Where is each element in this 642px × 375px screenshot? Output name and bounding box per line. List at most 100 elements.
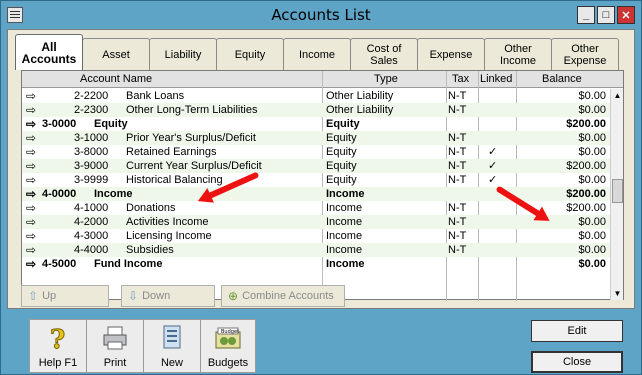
tax-code: N-T [448, 104, 467, 116]
tab-income[interactable]: Income [283, 38, 351, 70]
tab-other-income[interactable]: Other Income [484, 38, 552, 70]
header-balance[interactable]: Balance [542, 73, 582, 85]
account-type: Income [326, 202, 363, 214]
tab-cost-of-sales[interactable]: Cost of Sales [350, 38, 418, 70]
account-name: Bank Loans [126, 90, 185, 102]
account-number: 4-0000 [42, 188, 77, 200]
row-zoom-arrow-icon[interactable]: ⇨ [26, 173, 36, 187]
accounts-list-window: Accounts List _ □ ✕ All Accounts Asset L… [0, 0, 642, 375]
account-number: 4-3000 [74, 230, 109, 242]
table-row[interactable]: ⇨ 3-9999 Historical Balancing Equity N-T ✓ $0.… [22, 173, 610, 187]
row-zoom-arrow-icon[interactable]: ⇨ [26, 89, 36, 103]
table-row[interactable]: ⇨ 3-1000 Prior Year's Surplus/Deficit Equit… [22, 131, 610, 145]
down-arrow-icon: ⇩ [128, 289, 139, 303]
account-name: Prior Year's Surplus/Deficit [126, 132, 256, 144]
combine-icon: ⊕ [228, 289, 239, 303]
table-row[interactable]: ⇨ 4-0000 Income Income $200.00 [22, 187, 610, 201]
row-zoom-arrow-icon[interactable]: ⇨ [26, 243, 36, 257]
row-zoom-arrow-icon[interactable]: ⇨ [26, 159, 36, 173]
accounts-panel: All Accounts Asset Liability Equity Inco… [7, 29, 635, 309]
account-balance: $0.00 [578, 90, 606, 102]
row-zoom-arrow-icon[interactable]: ⇨ [26, 215, 36, 229]
tab-other-expense[interactable]: Other Expense [551, 38, 619, 70]
table-row[interactable]: ⇨ 2-2200 Bank Loans Other Liability N-T $0.00 [22, 89, 610, 103]
account-balance: $200.00 [566, 202, 606, 214]
table-row[interactable]: ⇨ 4-5000 Fund Income Income $0.00 [22, 257, 610, 271]
account-balance: $0.00 [578, 104, 606, 116]
account-name: Fund Income [94, 258, 163, 270]
header-linked[interactable]: Linked [480, 73, 512, 85]
minimize-button[interactable]: _ [577, 6, 595, 24]
tax-code: N-T [448, 202, 467, 214]
up-button[interactable]: ⇧ Up [21, 285, 109, 307]
table-row[interactable]: ⇨ 4-4000 Subsidies Income N-T $0.00 [22, 243, 610, 257]
account-name: Current Year Surplus/Deficit [126, 160, 262, 172]
print-label: Print [103, 357, 127, 369]
row-zoom-arrow-icon[interactable]: ⇨ [26, 201, 36, 215]
row-zoom-arrow-icon[interactable]: ⇨ [26, 117, 36, 131]
header-type[interactable]: Type [374, 73, 398, 85]
account-number: 2-2200 [74, 90, 109, 102]
row-zoom-arrow-icon[interactable]: ⇨ [26, 229, 36, 243]
account-balance: $0.00 [578, 258, 606, 270]
header-tax[interactable]: Tax [452, 73, 469, 85]
close-button[interactable]: Close [531, 351, 623, 373]
maximize-button[interactable]: □ [597, 6, 615, 24]
account-balance: $200.00 [566, 160, 606, 172]
account-type: Income [326, 188, 365, 200]
print-button[interactable]: Print [86, 319, 144, 373]
account-type: Income [326, 244, 363, 256]
toolbar: ? Help F1 Print New Budget Budgets [29, 319, 256, 373]
row-zoom-arrow-icon[interactable]: ⇨ [26, 103, 36, 117]
table-row[interactable]: ⇨ 4-3000 Licensing Income Income N-T $0.00 [22, 229, 610, 243]
combine-button-label: Combine Accounts [242, 290, 334, 302]
help-button[interactable]: ? Help F1 [29, 319, 87, 373]
account-type: Income [326, 258, 365, 270]
scroll-thumb[interactable] [612, 179, 623, 203]
budgets-icon: Budget [215, 327, 241, 349]
tab-expense[interactable]: Expense [417, 38, 485, 70]
table-row[interactable]: ⇨ 3-0000 Equity Equity $200.00 [22, 117, 610, 131]
row-zoom-arrow-icon[interactable]: ⇨ [26, 145, 36, 159]
row-zoom-arrow-icon[interactable]: ⇨ [26, 131, 36, 145]
row-zoom-arrow-icon[interactable]: ⇨ [26, 187, 36, 201]
tab-asset[interactable]: Asset [82, 38, 150, 70]
table-row[interactable]: ⇨ 3-9000 Current Year Surplus/Deficit Equit… [22, 159, 610, 173]
account-type: Equity [326, 160, 357, 172]
account-balance: $0.00 [578, 230, 606, 242]
table-row[interactable]: ⇨ 4-2000 Activities Income Income N-T $0.00 [22, 215, 610, 229]
combine-accounts-button[interactable]: ⊕ Combine Accounts [221, 285, 345, 307]
tab-liability[interactable]: Liability [149, 38, 217, 70]
account-balance: $0.00 [578, 146, 606, 158]
tax-code: N-T [448, 174, 467, 186]
edit-button[interactable]: Edit [531, 320, 623, 342]
table-row[interactable]: ⇨ 2-2300 Other Long-Term Liabilities Other … [22, 103, 610, 117]
tax-code: N-T [448, 90, 467, 102]
new-button[interactable]: New [143, 319, 201, 373]
down-button[interactable]: ⇩ Down [121, 285, 215, 307]
scroll-up-icon[interactable]: ▲ [612, 90, 623, 101]
account-type: Income [326, 216, 363, 228]
new-account-icon [163, 325, 181, 349]
account-type: Equity [326, 132, 357, 144]
close-window-button[interactable]: ✕ [617, 6, 635, 24]
budget-sign-text: Budget [221, 329, 239, 335]
help-icon: ? [50, 325, 66, 353]
scroll-down-icon[interactable]: ▼ [612, 288, 623, 299]
row-zoom-arrow-icon[interactable]: ⇨ [26, 257, 36, 271]
account-balance: $0.00 [578, 244, 606, 256]
header-account-name[interactable]: Account Name [80, 73, 152, 85]
tab-all-accounts[interactable]: All Accounts [15, 34, 83, 70]
up-arrow-icon: ⇧ [28, 289, 39, 303]
account-type: Equity [326, 174, 357, 186]
account-name: Historical Balancing [126, 174, 223, 186]
account-name: Other Long-Term Liabilities [126, 104, 258, 116]
account-type: Other Liability [326, 104, 394, 116]
vertical-scrollbar[interactable]: ▲ ▼ [610, 89, 623, 300]
table-row[interactable]: ⇨ 3-8000 Retained Earnings Equity N-T ✓ $0.00 [22, 145, 610, 159]
account-name: Income [94, 188, 133, 200]
title-bar[interactable]: Accounts List _ □ ✕ [1, 1, 641, 29]
new-label: New [160, 357, 183, 369]
tab-equity[interactable]: Equity [216, 38, 284, 70]
budgets-button[interactable]: Budget Budgets [200, 319, 256, 373]
